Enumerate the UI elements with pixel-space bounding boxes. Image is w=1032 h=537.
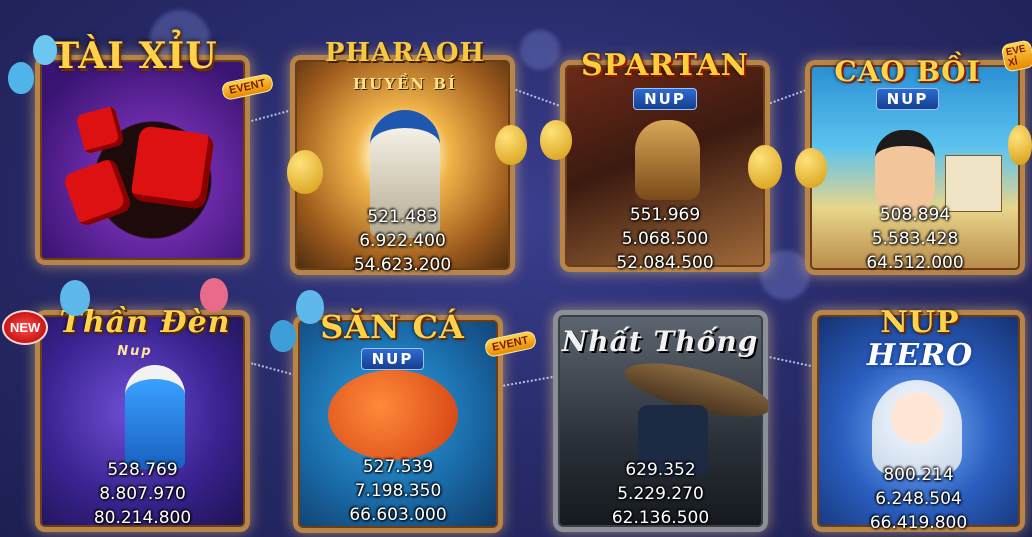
nup-hero-subtitle: HERO [866,338,974,373]
balloon-icon [296,290,324,324]
spartan-helmet [635,120,700,200]
balloon-icon [1008,125,1032,165]
hero-figure [872,380,962,475]
jackpot-major: 5.583.428 [871,229,959,249]
jackpot-values: 800.214 6.248.504 66.419.800 [812,463,1025,532]
jackpot-mini: 521.483 [367,207,438,227]
game-card-tai-xiu[interactable] [35,55,250,265]
jackpot-mini: 508.894 [879,205,951,225]
jackpot-values: 527.539 7.198.350 66.603.000 [293,455,503,527]
balloon-icon [748,145,782,189]
san-ca-subtitle: NUP [300,348,485,370]
balloon-icon [495,125,527,165]
balloon-icon [270,320,296,352]
jackpot-values: 521.483 6.922.400 54.623.200 [290,205,515,275]
jackpot-major: 8.807.970 [99,484,186,504]
string-lights [760,354,815,370]
balloon-icon [287,150,323,194]
jackpot-values: 551.969 5.068.500 52.084.500 [560,203,770,272]
balloon-icon [200,278,228,312]
cao-boi-title: CAO BỒI [834,55,981,88]
string-lights [500,374,560,390]
fish-character [328,370,458,460]
jackpot-grand: 54.623.200 [353,255,452,275]
spartan-title: SPARTAN [580,48,750,83]
jackpot-values: 629.352 5.229.270 62.136.500 [553,458,768,530]
jackpot-major: 6.922.400 [359,231,446,251]
jackpot-major: 5.229.270 [617,484,704,504]
nhat-thong-title: Nhất Thống [561,325,759,358]
jackpot-mini: 527.539 [362,457,434,477]
jackpot-values: 528.769 8.807.970 80.214.800 [35,458,250,530]
pharaoh-subtitle: HUYỀN BÍ [352,75,458,93]
jackpot-grand: 80.214.800 [93,508,192,528]
jackpot-mini: 629.352 [625,460,696,480]
balloon-icon [60,280,90,316]
jackpot-grand: 66.419.800 [869,513,968,532]
jackpot-major: 5.068.500 [621,229,709,249]
san-ca-title: SĂN CÁ [320,308,465,346]
balloon-icon [540,120,572,160]
genie-figure [125,365,185,469]
cao-boi-subtitle: NUP [815,88,1000,110]
jackpot-grand: 52.084.500 [616,253,714,272]
spartan-subtitle: NUP [570,88,760,110]
jackpot-mini: 528.769 [107,460,178,480]
balloon-icon [795,148,827,188]
jackpot-mini: 800.214 [883,465,954,485]
jackpot-major: 6.248.504 [875,489,962,509]
background-bokeh [520,30,560,70]
jackpot-grand: 62.136.500 [611,508,710,528]
jackpot-values: 508.894 5.583.428 64.512.000 [805,203,1025,275]
jackpot-grand: 66.603.000 [349,505,447,525]
jackpot-grand: 64.512.000 [866,253,964,273]
event-badge: EVE XỈ [1000,39,1032,73]
jackpot-major: 7.198.350 [354,481,442,501]
pharaoh-title: PHARAOH [324,38,486,68]
new-badge: NEW [2,310,49,345]
balloon-icon [8,62,34,94]
tai-xiu-title: TÀI XỈU [52,35,218,77]
balloon-icon [33,35,57,65]
nup-hero-title: NUP [880,305,960,340]
than-den-subtitle: Nup [117,344,153,359]
jackpot-mini: 551.969 [629,205,701,225]
dice-icon [130,125,215,210]
